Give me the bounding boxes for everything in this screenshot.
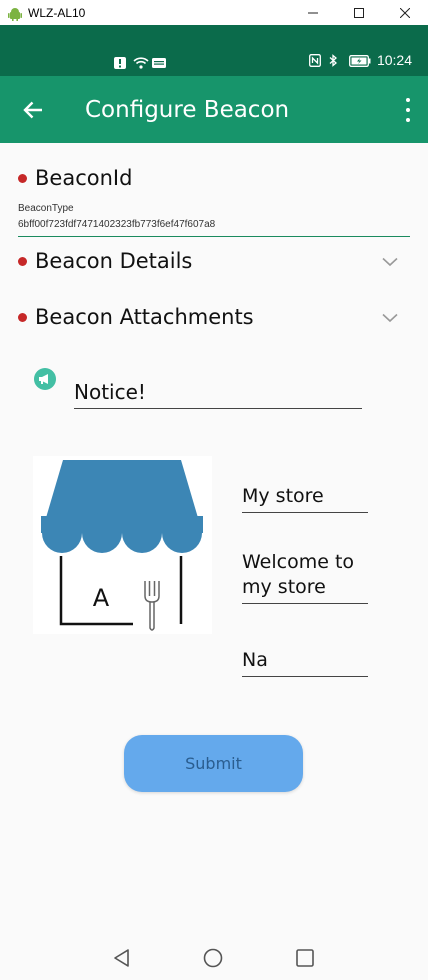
maximize-button[interactable]	[336, 0, 382, 25]
nfc-icon	[309, 54, 323, 67]
page-title: Configure Beacon	[85, 96, 290, 123]
window-title: WLZ-AL10	[28, 5, 86, 20]
beacon-id-section: BeaconId BeaconType 6bff00f723fdf7471402…	[18, 150, 410, 240]
beacon-type-label: BeaconType	[18, 203, 74, 214]
status-bar: 10:24	[0, 25, 428, 76]
nav-recents-icon[interactable]	[294, 947, 316, 969]
beacon-id-title: BeaconId	[35, 166, 133, 190]
store-name-input[interactable]: My store	[242, 484, 368, 513]
window-titlebar: WLZ-AL10	[0, 0, 428, 25]
nav-home-icon[interactable]	[202, 947, 224, 969]
android-icon	[8, 6, 22, 21]
battery-icon	[349, 54, 371, 67]
chevron-down-icon[interactable]	[382, 257, 398, 267]
arrow-left-icon	[23, 101, 42, 118]
required-bullet	[18, 313, 27, 322]
store-image[interactable]: A	[33, 456, 212, 634]
beacon-attachments-section[interactable]: Beacon Attachments	[18, 300, 410, 340]
navigation-bar	[0, 935, 428, 980]
minimize-button[interactable]	[290, 0, 336, 25]
welcome-text-input[interactable]: Welcome to my store	[242, 550, 368, 604]
back-button[interactable]	[18, 95, 48, 125]
extra-text-input[interactable]: Na	[242, 648, 368, 677]
wifi-icon	[133, 54, 149, 69]
more-vert-icon[interactable]	[404, 98, 412, 122]
chevron-down-icon[interactable]	[382, 313, 398, 323]
store-letter: A	[93, 584, 110, 612]
close-button[interactable]	[382, 0, 428, 25]
beacon-attachments-title: Beacon Attachments	[35, 305, 254, 329]
submit-button[interactable]: Submit	[124, 735, 303, 792]
required-bullet	[18, 257, 27, 266]
nav-back-icon[interactable]	[111, 947, 133, 969]
bluetooth-icon	[329, 54, 343, 67]
status-time: 10:24	[376, 52, 412, 68]
required-bullet	[18, 174, 27, 183]
beacon-id-underline	[18, 236, 410, 237]
beacon-id-value[interactable]: 6bff00f723fdf7471402323fb773f6ef47f607a8	[18, 219, 215, 230]
alert-icon	[114, 54, 128, 69]
data-icon	[152, 54, 166, 68]
app-bar: Configure Beacon	[0, 76, 428, 143]
notice-input[interactable]: Notice!	[74, 378, 362, 409]
beacon-details-title: Beacon Details	[35, 249, 193, 273]
megaphone-icon	[34, 368, 56, 390]
beacon-details-section[interactable]: Beacon Details	[18, 245, 410, 285]
